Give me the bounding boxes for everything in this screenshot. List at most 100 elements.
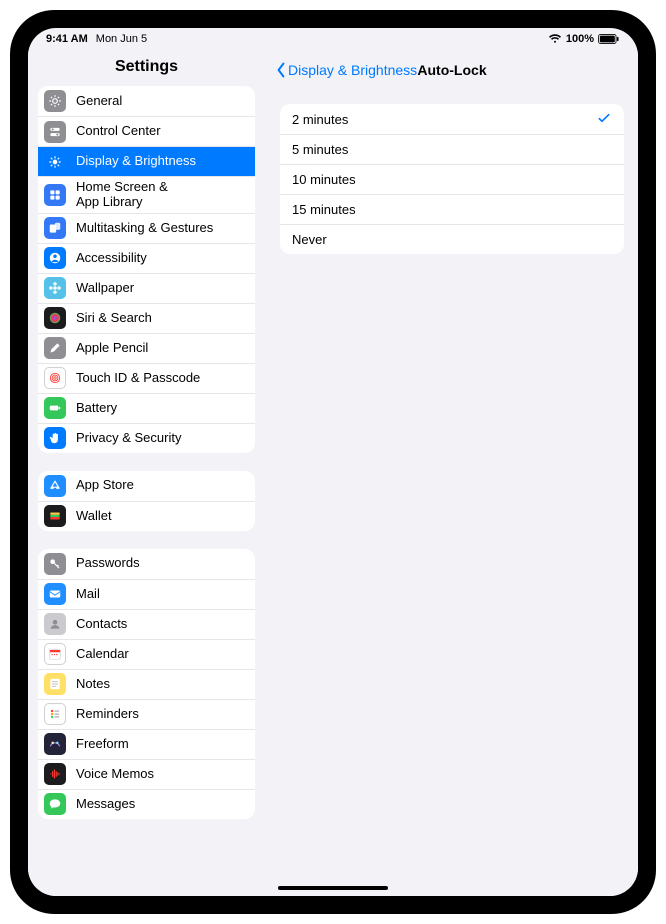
sidebar-item-display[interactable]: Display & Brightness [38, 146, 255, 176]
sidebar-item-label: Display & Brightness [76, 154, 245, 169]
detail-pane: Display & Brightness Auto-Lock 2 minutes… [266, 50, 638, 896]
gear-icon [44, 90, 66, 112]
sidebar-item-label: Battery [76, 401, 245, 416]
autolock-option[interactable]: Never [280, 224, 624, 254]
finger-icon [44, 367, 66, 389]
back-label: Display & Brightness [288, 62, 417, 78]
voice-icon [44, 763, 66, 785]
key-icon [44, 553, 66, 575]
rects-icon [44, 217, 66, 239]
sidebar-group: General Control Center Display & Brightnes… [38, 86, 255, 453]
wifi-icon [548, 34, 562, 44]
mail-icon [44, 583, 66, 605]
pencil-icon [44, 337, 66, 359]
sidebar-item-touchid[interactable]: Touch ID & Passcode [38, 363, 255, 393]
switches-icon [44, 121, 66, 143]
sidebar-item-label: Calendar [76, 647, 245, 662]
sidebar-group: App Store Wallet [38, 471, 255, 531]
status-date: Mon Jun 5 [96, 33, 147, 45]
sidebar-item-label: Control Center [76, 124, 245, 139]
autolock-option[interactable]: 15 minutes [280, 194, 624, 224]
sidebar-item-privacy[interactable]: Privacy & Security [38, 423, 255, 453]
sidebar-item-appstore[interactable]: App Store [38, 471, 255, 501]
messages-icon [44, 793, 66, 815]
sidebar-item-label: General [76, 94, 245, 109]
sidebar-item-battery[interactable]: Battery [38, 393, 255, 423]
settings-sidebar: Settings General Control Center Display & … [28, 50, 266, 896]
option-label: 2 minutes [292, 112, 348, 127]
sidebar-item-label: Passwords [76, 556, 245, 571]
detail-title: Auto-Lock [417, 62, 486, 78]
sidebar-scroll[interactable]: General Control Center Display & Brightnes… [28, 86, 265, 896]
notes-icon [44, 673, 66, 695]
sidebar-item-calendar[interactable]: Calendar [38, 639, 255, 669]
sidebar-item-freeform[interactable]: Freeform [38, 729, 255, 759]
chevron-left-icon [276, 62, 286, 78]
sidebar-item-multitask[interactable]: Multitasking & Gestures [38, 213, 255, 243]
wallet-icon [44, 505, 66, 527]
sidebar-item-label: Touch ID & Passcode [76, 371, 245, 386]
sidebar-item-label: Multitasking & Gestures [76, 221, 245, 236]
sidebar-item-label: Contacts [76, 617, 245, 632]
option-label: 15 minutes [292, 202, 356, 217]
sidebar-group: Passwords Mail Contacts Calendar Notes Remind… [38, 549, 255, 819]
sidebar-item-label: Siri & Search [76, 311, 245, 326]
battery-icon [598, 34, 620, 44]
sidebar-item-label: Accessibility [76, 251, 245, 266]
siri-icon [44, 307, 66, 329]
battery-icon [44, 397, 66, 419]
back-button[interactable]: Display & Brightness [276, 62, 417, 78]
device-frame: 9:41 AM Mon Jun 5 100% Settings General C… [10, 10, 656, 914]
home-indicator[interactable] [278, 886, 388, 890]
sidebar-item-voicememos[interactable]: Voice Memos [38, 759, 255, 789]
option-label: Never [292, 232, 327, 247]
flower-icon [44, 277, 66, 299]
autolock-option[interactable]: 10 minutes [280, 164, 624, 194]
battery-percent: 100% [566, 33, 594, 45]
autolock-option[interactable]: 2 minutes [280, 104, 624, 134]
hand-icon [44, 427, 66, 449]
sidebar-item-notes[interactable]: Notes [38, 669, 255, 699]
sun-icon [44, 151, 66, 173]
appstore-icon [44, 475, 66, 497]
sidebar-item-accessibility[interactable]: Accessibility [38, 243, 255, 273]
sidebar-item-passwords[interactable]: Passwords [38, 549, 255, 579]
checkmark-icon [596, 110, 612, 129]
reminders-icon [44, 703, 66, 725]
sidebar-item-wallpaper[interactable]: Wallpaper [38, 273, 255, 303]
sidebar-item-wallet[interactable]: Wallet [38, 501, 255, 531]
calendar-icon [44, 643, 66, 665]
sidebar-item-pencil[interactable]: Apple Pencil [38, 333, 255, 363]
contacts-icon [44, 613, 66, 635]
sidebar-item-label: Notes [76, 677, 245, 692]
sidebar-item-control-center[interactable]: Control Center [38, 116, 255, 146]
sidebar-title: Settings [28, 50, 265, 86]
sidebar-item-label: Home Screen & App Library [76, 180, 245, 210]
sidebar-item-mail[interactable]: Mail [38, 579, 255, 609]
status-time: 9:41 AM [46, 33, 88, 45]
sidebar-item-label: Apple Pencil [76, 341, 245, 356]
sidebar-item-label: Wallpaper [76, 281, 245, 296]
sidebar-item-reminders[interactable]: Reminders [38, 699, 255, 729]
autolock-options: 2 minutes 5 minutes 10 minutes 15 minutes Ne… [280, 104, 624, 254]
freeform-icon [44, 733, 66, 755]
sidebar-item-messages[interactable]: Messages [38, 789, 255, 819]
sidebar-item-contacts[interactable]: Contacts [38, 609, 255, 639]
sidebar-item-label: Privacy & Security [76, 431, 245, 446]
option-label: 5 minutes [292, 142, 348, 157]
sidebar-item-label: Freeform [76, 737, 245, 752]
autolock-option[interactable]: 5 minutes [280, 134, 624, 164]
sidebar-item-siri[interactable]: Siri & Search [38, 303, 255, 333]
sidebar-item-home-screen[interactable]: Home Screen & App Library [38, 176, 255, 213]
detail-nav: Display & Brightness Auto-Lock [266, 50, 638, 90]
sidebar-item-label: App Store [76, 478, 245, 493]
person-icon [44, 247, 66, 269]
sidebar-item-label: Reminders [76, 707, 245, 722]
sidebar-item-label: Messages [76, 797, 245, 812]
sidebar-item-label: Voice Memos [76, 767, 245, 782]
sidebar-item-label: Wallet [76, 509, 245, 524]
status-bar: 9:41 AM Mon Jun 5 100% [28, 28, 638, 50]
sidebar-item-general[interactable]: General [38, 86, 255, 116]
grid-icon [44, 184, 66, 206]
sidebar-item-label: Mail [76, 587, 245, 602]
